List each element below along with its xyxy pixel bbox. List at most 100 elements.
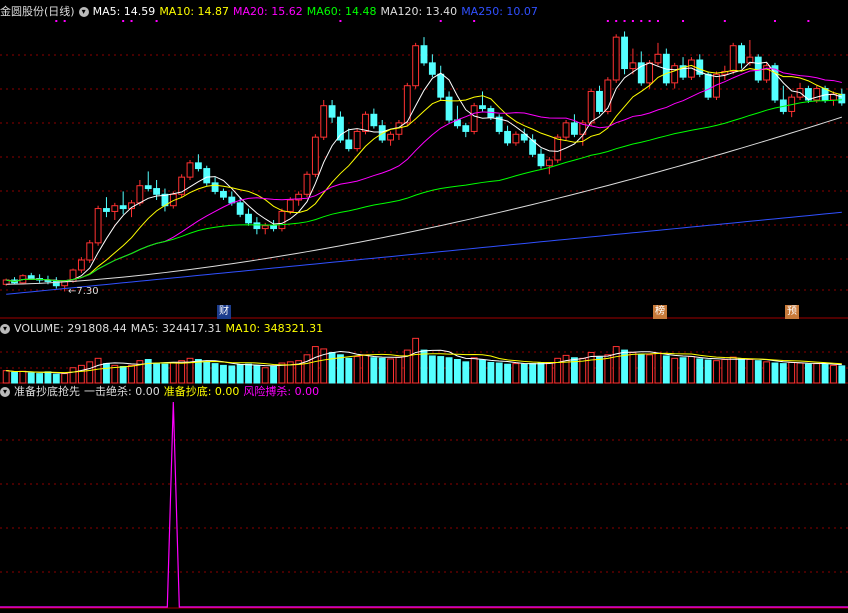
signal-dot (615, 20, 618, 22)
signal-dot (773, 20, 776, 22)
volume-bar (169, 362, 177, 384)
candle (612, 36, 620, 81)
candle (245, 213, 252, 224)
candle (412, 45, 420, 87)
ma-legend-item: MA60: 14.48 (306, 5, 377, 18)
candle (236, 202, 244, 215)
candle (545, 159, 553, 167)
candle (194, 162, 202, 170)
volume-bar (537, 362, 545, 384)
volume-bar (704, 359, 712, 384)
signal-dot (723, 20, 726, 22)
volume-bar (412, 337, 420, 384)
signal-dot (473, 20, 476, 22)
candle (838, 93, 846, 104)
volume-bar (19, 370, 27, 384)
chevron-down-icon[interactable]: ▾ (0, 387, 10, 397)
volume-bar (687, 356, 695, 384)
volume-bar (771, 362, 779, 384)
volume-bar (44, 371, 52, 384)
volume-bar (353, 356, 361, 384)
volume-bar (228, 365, 236, 384)
volume-bar (487, 361, 495, 384)
tag-cai[interactable]: 财 (217, 305, 231, 319)
volume-label: VOLUME: 291808.44 (14, 322, 127, 335)
candle (328, 105, 336, 118)
candle (462, 125, 470, 132)
candle (111, 205, 119, 212)
volume-bar (520, 363, 528, 384)
volume-bar (428, 355, 436, 384)
volume-bar (128, 364, 135, 384)
volume-bar (194, 359, 202, 384)
volume-bar (579, 357, 587, 384)
volume-bar (445, 357, 453, 384)
volume-bar (94, 357, 102, 384)
candle (537, 153, 545, 167)
signal-dot (640, 20, 643, 22)
volume-bar (729, 356, 737, 384)
volume-bar (378, 357, 386, 384)
candle (654, 53, 662, 64)
volume-bar (779, 363, 787, 384)
candle (220, 190, 227, 198)
volume-bar (119, 366, 127, 384)
candle (186, 162, 194, 178)
candle (570, 122, 578, 135)
volume-bar (612, 346, 620, 384)
candle (261, 225, 269, 230)
volume-bar (454, 359, 461, 384)
volume-bar (220, 364, 227, 384)
candle (562, 122, 570, 138)
volume-bar (545, 362, 553, 384)
volume-bar (671, 357, 679, 384)
volume-bar (738, 358, 745, 384)
ma-legend-item: MA120: 13.40 (380, 5, 458, 18)
volume-header: ▾ VOLUME: 291808.44 MA5: 324417.31 MA10: 34… (0, 321, 327, 336)
volume-bar (629, 351, 637, 384)
volume-bar (362, 354, 369, 384)
volume-bar (77, 364, 85, 384)
volume-bar (462, 361, 470, 384)
volume-bar (387, 358, 394, 384)
volume-bar (495, 362, 503, 384)
volume-bar (153, 363, 161, 384)
tag-bang[interactable]: 榜 (653, 305, 667, 319)
candle (621, 36, 628, 70)
volume-bar (253, 364, 261, 384)
indicator-header: ▾ 准备抄底抢先 一击绝杀: 0.00 准备抄底: 0.00 风险搏杀: 0.00 (0, 384, 323, 399)
tag-yu[interactable]: 预 (785, 305, 799, 319)
volume-bar (804, 363, 812, 384)
volume-bar (337, 354, 344, 384)
volume-bar (437, 356, 445, 384)
volume-bar (596, 356, 603, 384)
candle (278, 210, 286, 230)
signal-dot (439, 20, 442, 22)
ma-line (6, 67, 842, 282)
stock-chart (0, 20, 848, 609)
chevron-down-icon[interactable]: ▾ (78, 7, 89, 17)
volume-bar (11, 371, 18, 384)
candle (437, 73, 445, 98)
stock-title: 金圆股份(日线) (0, 5, 75, 18)
volume-bar (27, 372, 35, 384)
candle (86, 242, 94, 261)
volume-bar (512, 363, 520, 384)
candle (729, 45, 737, 72)
signal-dot (623, 20, 626, 22)
ma-legend-item: MA250: 10.07 (461, 5, 538, 18)
volume-bar (679, 357, 687, 384)
candle (504, 130, 511, 144)
volume-bar (52, 373, 60, 384)
chevron-down-icon[interactable]: ▾ (0, 324, 10, 334)
volume-bar (370, 357, 378, 384)
volume-bar (420, 349, 428, 384)
price-header: 金圆股份(日线) ▾ MA5: 14.59 MA10: 14.87 MA20: 15.6… (0, 4, 546, 19)
volume-bar (261, 367, 269, 384)
candle (94, 208, 102, 244)
candle (387, 133, 394, 141)
ma-line (6, 99, 842, 282)
signal-dot (130, 20, 133, 22)
signal-dot (606, 20, 609, 22)
candle (704, 73, 712, 98)
